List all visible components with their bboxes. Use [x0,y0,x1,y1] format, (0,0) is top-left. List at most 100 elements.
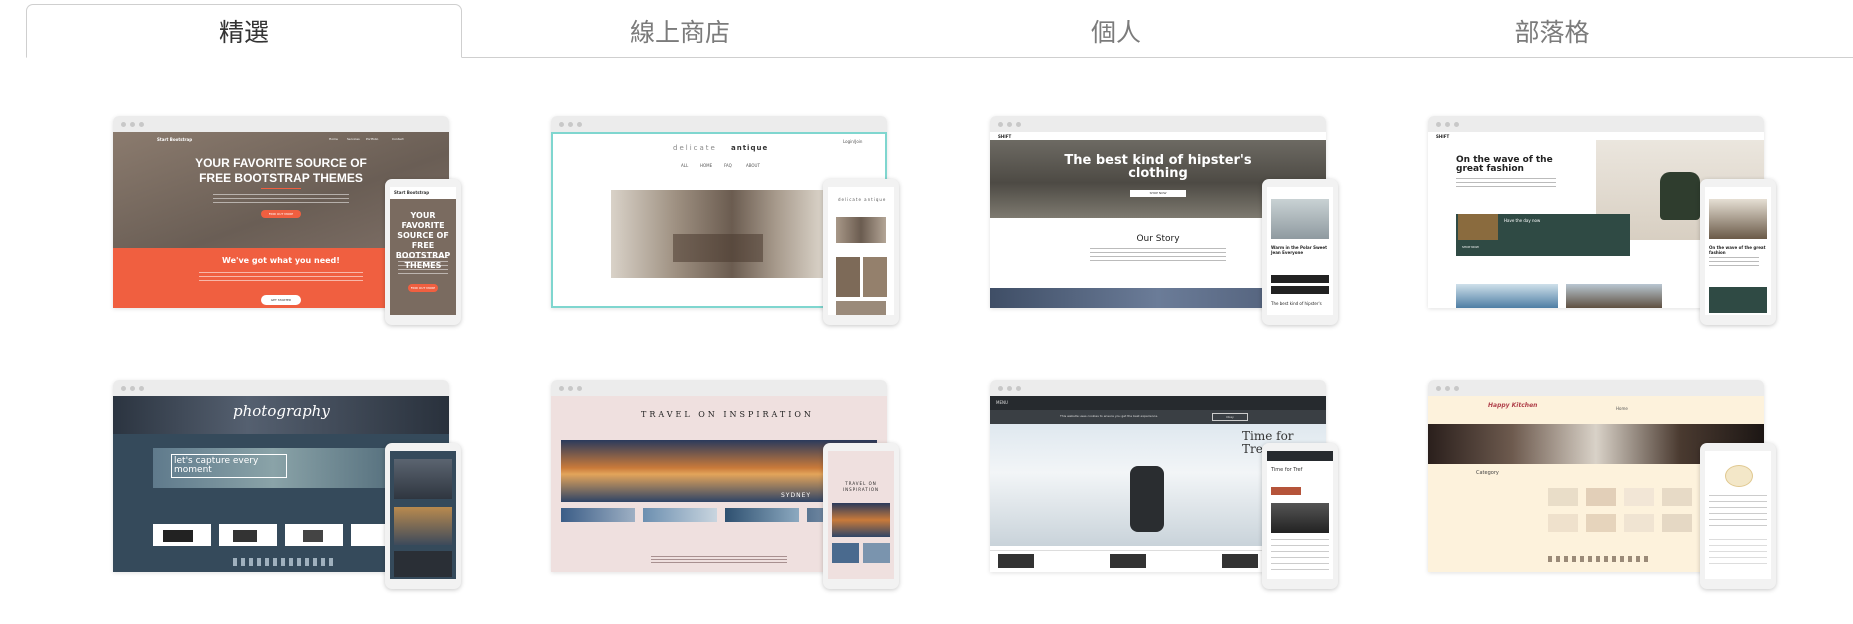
hero-button: FIND OUT MORE [261,210,301,218]
browser-bar [113,380,449,396]
nav-link: Contact [392,137,404,141]
hero-paragraph [1456,178,1556,188]
cyclist-shape [1130,466,1164,532]
product-thumb [1586,514,1616,532]
story-title: Our Story [1136,234,1180,244]
mobile-screen: Warm in the Polar Sweet Jean Everyone Th… [1267,187,1333,315]
nav-link: ALL [681,163,689,168]
product-thumb [1662,514,1692,532]
mobile-photo [394,507,452,545]
browser-bar [1428,116,1764,132]
mobile-dark-block [1709,287,1767,313]
camera-shape [233,530,257,542]
mobile-preview: Warm in the Polar Sweet Jean Everyone Th… [1262,179,1338,325]
product-thumb [1548,514,1578,532]
dark-block-button: SHOP NOW [1462,245,1479,249]
mobile-preview: delicate antique [823,179,899,325]
mobile-photo [863,257,887,297]
hero-headline: On the wave of the great fashion [1456,155,1553,174]
thumb [725,508,799,522]
nav-brand: SHIFT [1436,134,1450,139]
footer-text [651,556,787,564]
camera-shape [303,530,323,542]
script-logo: photography [233,402,330,420]
hero-headline: YOUR FAVORITE SOURCE OF FREE BOOTSTRAP T… [195,156,367,185]
table-shape [673,234,763,262]
template-card-1[interactable]: Start Bootstrap Home Services Portfolio … [113,116,468,326]
template-card-4[interactable]: SHIFT On the wave of the great fashion H… [1428,116,1783,326]
mobile-screen: Time for Tref [1267,451,1333,579]
mobile-footer: The best kind of hipster's [1271,301,1322,306]
section-title: We've got what you need! [222,256,340,265]
template-card-3[interactable]: SHIFT The best kind of hipster's clothin… [990,116,1345,326]
template-card-2[interactable]: Login/Join delicate antique ALL HOME FAQ… [551,116,906,326]
mobile-photo [836,217,886,243]
mobile-preview: On the wave of the great fashion [1700,179,1776,325]
backpack-shape [1660,172,1700,220]
nav-link: Home [329,137,338,141]
mobile-photo [1709,199,1767,239]
section-button: GET STARTED [261,295,301,305]
mobile-preview [385,443,461,589]
mobile-caption: On the wave of the great fashion [1709,245,1766,255]
mobile-form [1709,495,1767,531]
mobile-photo [394,459,452,499]
browser-bar [990,380,1326,396]
product-thumb [1586,488,1616,506]
story-paragraph [1090,248,1226,262]
mobile-photo [832,543,859,563]
cookie-button: Okay [1212,413,1248,421]
hero-caption: SYDNEY [781,492,812,499]
template-card-5[interactable]: photography let's capture every moment [113,380,468,590]
mobile-headline: TRAVEL ON INSPIRATION [842,481,880,492]
footer-icons [1548,556,1648,562]
category-tabs: 精選 線上商店 個人 部落格 [26,4,1853,58]
mobile-brand: Start Bootstrap [394,190,430,195]
divider [261,188,301,189]
logo-bold: antique [731,144,769,152]
mobile-preview: TRAVEL ON INSPIRATION [823,443,899,589]
tab-blog[interactable]: 部落格 [1334,4,1770,58]
template-card-7[interactable]: MENU This website uses cookies to ensure… [990,380,1345,590]
mobile-screen: TRAVEL ON INSPIRATION [828,451,894,579]
camera-shape [163,530,193,542]
section-paragraph [199,272,363,284]
template-card-8[interactable]: Happy Kitchen Home Category [1428,380,1783,590]
mobile-button [1271,487,1301,495]
product-thumb [998,554,1034,568]
category-label: Category [1476,470,1499,476]
browser-bar [1428,380,1764,396]
cart-login: Login/Join [843,139,863,144]
bottom-photo [1566,284,1662,308]
tab-personal[interactable]: 個人 [898,4,1334,58]
mobile-photo [836,257,860,297]
kitchen-logo: Happy Kitchen [1488,402,1538,409]
product-thumb [1624,514,1654,532]
product-thumb [1624,488,1654,506]
bottom-photo [1456,284,1558,308]
mobile-screen: On the wave of the great fashion [1705,187,1771,315]
mobile-logo: delicate antique [838,197,887,202]
nav-link: HOME [700,163,713,168]
tab-online-store[interactable]: 線上商店 [462,4,898,58]
mobile-preview [1700,443,1776,589]
mobile-photo [1271,199,1329,239]
product-thumb [1222,554,1258,568]
mobile-list [1709,539,1767,569]
hero-paragraph [213,194,349,204]
mobile-photo [832,503,890,537]
hero-text: let's capture every moment [171,454,287,478]
nav-brand: Start Bootstrap [157,137,193,142]
mobile-headline: Time for Tref [1271,467,1303,473]
nav-link: FAQ [724,163,732,168]
social-icons [233,558,333,566]
menu-label: MENU [996,400,1008,405]
mobile-photo [394,551,452,577]
nav-link: Home [1616,406,1628,411]
template-card-6[interactable]: TRAVEL ON INSPIRATION SYDNEY TRAVEL ON I… [551,380,906,590]
mobile-button [1271,275,1329,283]
mobile-screen [1705,451,1771,579]
tab-featured[interactable]: 精選 [26,4,462,58]
mobile-preview: Time for Tref [1262,443,1338,589]
mobile-nav [1267,451,1333,461]
